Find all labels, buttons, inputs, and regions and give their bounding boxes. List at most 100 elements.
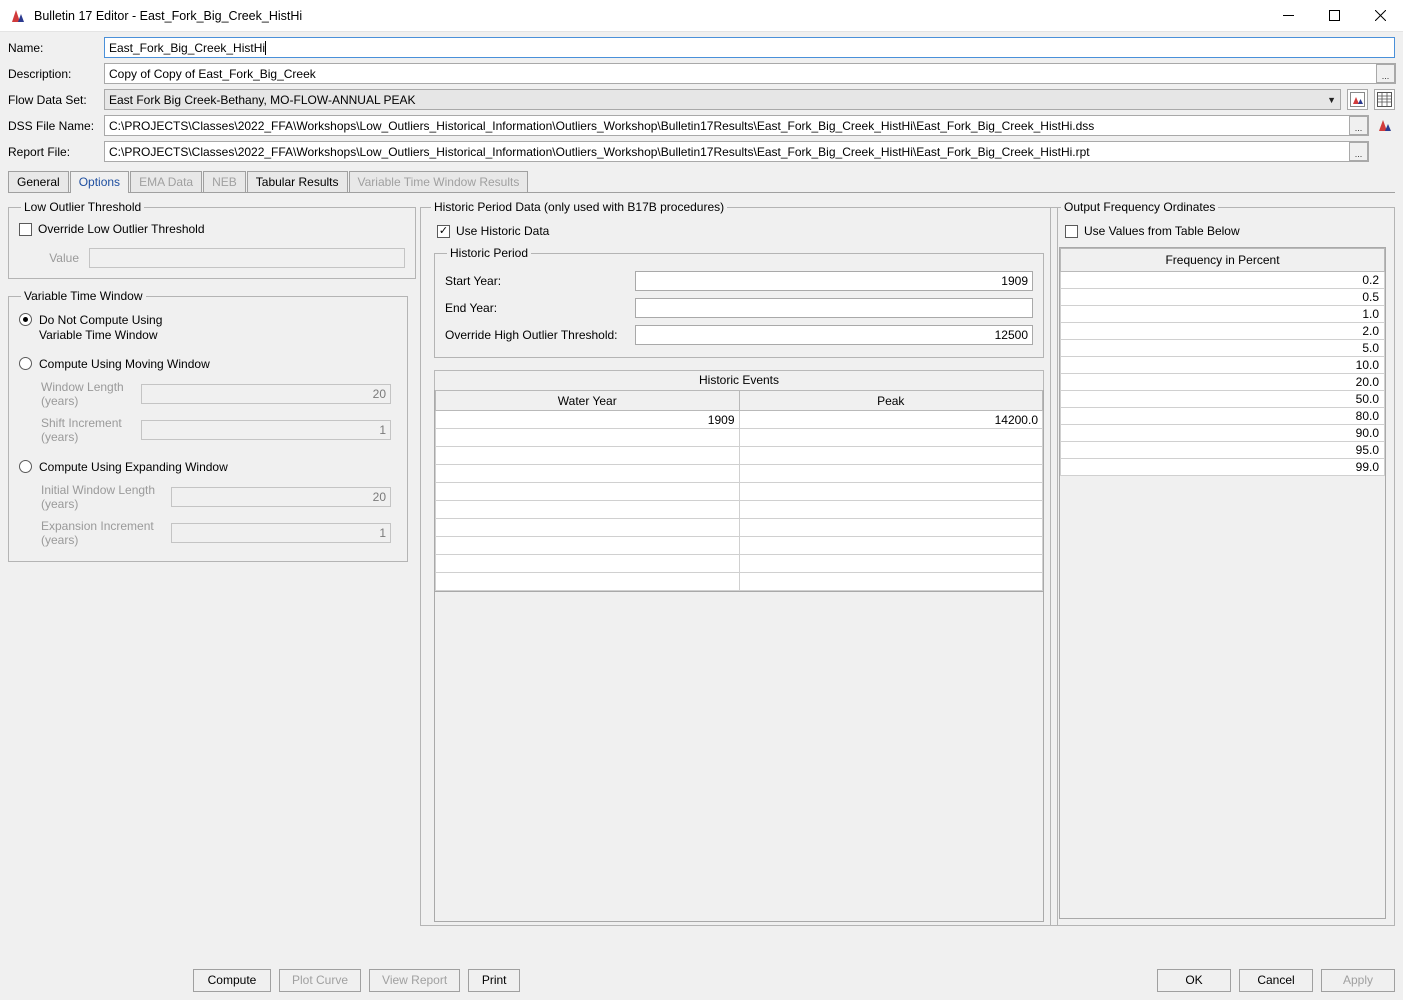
list-item[interactable]: 2.0 xyxy=(1060,322,1385,340)
override-low-outlier-row[interactable]: Override Low Outlier Threshold xyxy=(19,222,405,236)
table-row[interactable]: 1909 14200.0 xyxy=(435,410,1043,429)
frequency-value[interactable]: 0.5 xyxy=(1060,288,1385,306)
cancel-button[interactable]: Cancel xyxy=(1239,968,1313,992)
frequency-value[interactable]: 5.0 xyxy=(1060,339,1385,357)
tab-options[interactable]: Options xyxy=(69,171,130,193)
cell-peak[interactable] xyxy=(738,428,1043,447)
print-button[interactable]: Print xyxy=(468,968,521,992)
option-do-not-compute-radio[interactable] xyxy=(19,313,32,326)
frequency-value[interactable]: 95.0 xyxy=(1060,441,1385,459)
low-outlier-threshold-title: Low Outlier Threshold xyxy=(24,200,142,214)
list-item[interactable]: 10.0 xyxy=(1060,356,1385,374)
middle-column: Historic Period Data (only used with B17… xyxy=(420,200,1058,960)
cell-peak[interactable] xyxy=(738,572,1043,591)
dss-file-input[interactable]: C:\PROJECTS\Classes\2022_FFA\Workshops\L… xyxy=(104,115,1369,136)
start-year-input[interactable]: 1909 xyxy=(635,271,1033,291)
cell-peak[interactable] xyxy=(738,536,1043,555)
options-panel: Low Outlier Threshold Override Low Outli… xyxy=(8,192,1395,960)
plot-icon-button[interactable] xyxy=(1347,89,1368,110)
use-historic-data-checkbox[interactable]: ✓ xyxy=(437,224,450,238)
name-input[interactable]: East_Fork_Big_Creek_HistHi xyxy=(104,37,1395,58)
cell-peak[interactable] xyxy=(738,554,1043,573)
cell-water-year[interactable] xyxy=(435,572,740,591)
cell-peak[interactable] xyxy=(738,518,1043,537)
frequency-value[interactable]: 2.0 xyxy=(1060,322,1385,340)
cell-water-year[interactable] xyxy=(435,428,740,447)
tab-tabular-results[interactable]: Tabular Results xyxy=(246,171,348,192)
cell-peak[interactable] xyxy=(738,464,1043,483)
table-icon-button[interactable] xyxy=(1374,89,1395,110)
expansion-increment-label: Expansion Increment (years) xyxy=(41,519,154,547)
cell-water-year[interactable] xyxy=(435,536,740,555)
cell-water-year[interactable] xyxy=(435,518,740,537)
historic-events-table[interactable]: Water Year Peak 1909 14200.0 xyxy=(434,390,1044,592)
option-do-not-compute-row[interactable]: Do Not Compute Using Variable Time Windo… xyxy=(19,313,397,343)
cell-water-year[interactable] xyxy=(435,500,740,519)
table-row[interactable] xyxy=(435,536,1043,555)
cell-water-year[interactable] xyxy=(435,446,740,465)
frequency-value[interactable]: 0.2 xyxy=(1060,271,1385,289)
cell-water-year[interactable] xyxy=(435,482,740,501)
list-item[interactable]: 95.0 xyxy=(1060,441,1385,459)
frequency-value[interactable]: 99.0 xyxy=(1060,458,1385,476)
table-row[interactable] xyxy=(435,446,1043,465)
use-values-from-table-checkbox[interactable] xyxy=(1065,224,1078,238)
list-item[interactable]: 50.0 xyxy=(1060,390,1385,408)
minimize-button[interactable] xyxy=(1265,0,1311,31)
frequency-value[interactable]: 50.0 xyxy=(1060,390,1385,408)
report-file-input[interactable]: C:\PROJECTS\Classes\2022_FFA\Workshops\L… xyxy=(104,141,1369,162)
initial-window-length-input: 20 xyxy=(171,487,391,507)
table-row[interactable] xyxy=(435,500,1043,519)
option-expanding-window-radio[interactable] xyxy=(19,460,32,473)
cell-peak[interactable] xyxy=(738,500,1043,519)
cell-peak[interactable] xyxy=(738,482,1043,501)
frequency-value[interactable]: 1.0 xyxy=(1060,305,1385,323)
name-row: Name: East_Fork_Big_Creek_HistHi xyxy=(8,37,1395,58)
cell-water-year[interactable] xyxy=(435,554,740,573)
description-input[interactable]: Copy of Copy of East_Fork_Big_Creek xyxy=(104,63,1396,84)
list-item[interactable]: 90.0 xyxy=(1060,424,1385,442)
cell-peak[interactable] xyxy=(738,446,1043,465)
close-button[interactable] xyxy=(1357,0,1403,31)
frequency-column-header: Frequency in Percent xyxy=(1060,248,1385,272)
option-expanding-window-row[interactable]: Compute Using Expanding Window xyxy=(19,460,397,475)
dss-file-browse-button[interactable]: ... xyxy=(1349,116,1368,135)
list-item[interactable]: 20.0 xyxy=(1060,373,1385,391)
historic-events-grid: Water Year Peak 1909 14200.0 xyxy=(435,390,1043,591)
use-historic-data-row[interactable]: ✓ Use Historic Data xyxy=(437,224,1049,238)
ok-button[interactable]: OK xyxy=(1157,968,1231,992)
use-values-from-table-row[interactable]: Use Values from Table Below xyxy=(1065,224,1386,238)
dss-plot-icon-button[interactable] xyxy=(1374,115,1395,136)
table-row[interactable] xyxy=(435,554,1043,573)
list-item[interactable]: 0.5 xyxy=(1060,288,1385,306)
cell-water-year[interactable]: 1909 xyxy=(435,410,740,429)
list-item[interactable]: 5.0 xyxy=(1060,339,1385,357)
frequency-value[interactable]: 20.0 xyxy=(1060,373,1385,391)
table-row[interactable] xyxy=(435,572,1043,591)
override-high-outlier-input[interactable]: 12500 xyxy=(635,325,1033,345)
table-row[interactable] xyxy=(435,518,1043,537)
frequency-value[interactable]: 10.0 xyxy=(1060,356,1385,374)
table-row[interactable] xyxy=(435,464,1043,483)
override-low-outlier-checkbox[interactable] xyxy=(19,222,32,236)
compute-button[interactable]: Compute xyxy=(193,968,271,992)
end-year-input[interactable] xyxy=(635,298,1033,318)
list-item[interactable]: 0.2 xyxy=(1060,271,1385,289)
table-row[interactable] xyxy=(435,428,1043,447)
cell-peak[interactable]: 14200.0 xyxy=(738,410,1043,429)
option-moving-window-row[interactable]: Compute Using Moving Window xyxy=(19,357,397,372)
frequency-value[interactable]: 90.0 xyxy=(1060,424,1385,442)
list-item[interactable]: 1.0 xyxy=(1060,305,1385,323)
frequency-table[interactable]: Frequency in Percent 0.2 0.5 1.0 2.0 5.0… xyxy=(1059,247,1386,919)
description-browse-button[interactable]: ... xyxy=(1376,64,1395,83)
cell-water-year[interactable] xyxy=(435,464,740,483)
list-item[interactable]: 99.0 xyxy=(1060,458,1385,476)
table-row[interactable] xyxy=(435,482,1043,501)
frequency-value[interactable]: 80.0 xyxy=(1060,407,1385,425)
report-file-browse-button[interactable]: ... xyxy=(1349,142,1368,161)
flow-data-set-combo[interactable]: East Fork Big Creek-Bethany, MO-FLOW-ANN… xyxy=(104,89,1341,110)
tab-general[interactable]: General xyxy=(8,171,69,192)
list-item[interactable]: 80.0 xyxy=(1060,407,1385,425)
maximize-button[interactable] xyxy=(1311,0,1357,31)
option-moving-window-radio[interactable] xyxy=(19,357,32,370)
